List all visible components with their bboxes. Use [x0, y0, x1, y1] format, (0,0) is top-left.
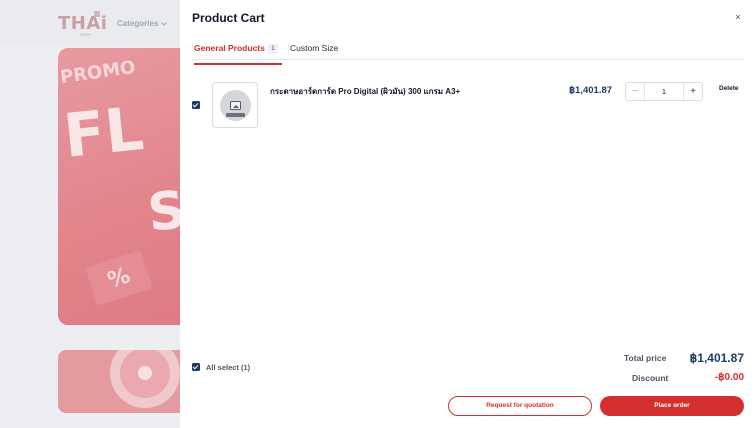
product-price: ฿1,401.87 — [569, 85, 613, 96]
categories-menu[interactable]: Categories — [117, 19, 168, 28]
tape-roll-image — [110, 350, 180, 408]
discount-label: Discount — [632, 373, 669, 383]
check-icon — [192, 101, 199, 107]
drawer-title: Product Cart — [192, 11, 265, 25]
banner-flash-text: FL — [60, 94, 147, 172]
total-price-label: Total price — [624, 353, 667, 363]
select-all-label[interactable]: All select (1) — [206, 363, 250, 372]
product-name[interactable]: กระดาษอาร์ตการ์ด Pro Digital (ผิวมัน) 30… — [270, 85, 550, 98]
tab-label: General Products — [194, 43, 265, 53]
image-icon — [230, 101, 241, 110]
request-quotation-button[interactable]: Request for quotation — [448, 396, 592, 416]
chevron-down-icon — [161, 19, 168, 26]
check-icon — [192, 363, 199, 369]
product-card-tape[interactable] — [58, 350, 188, 413]
place-order-button[interactable]: Place order — [600, 396, 744, 416]
discount-value: -฿0.00 — [714, 372, 744, 383]
quantity-stepper: − 1 + — [625, 82, 703, 101]
select-all-checkbox[interactable] — [192, 363, 200, 371]
paper-stack-icon — [226, 113, 245, 117]
site-logo: THAi — [58, 13, 108, 34]
decrease-quantity-button[interactable]: − — [626, 83, 644, 100]
close-icon[interactable]: × — [731, 10, 745, 24]
tab-count-badge: 1 — [267, 44, 278, 54]
tab-custom-size[interactable]: Custom Size — [290, 43, 338, 53]
increase-quantity-button[interactable]: + — [684, 83, 702, 100]
active-tab-indicator — [194, 63, 282, 65]
delete-item-button[interactable]: Delete — [719, 85, 739, 92]
logo-badge-icon — [94, 11, 100, 17]
item-checkbox[interactable] — [192, 101, 200, 109]
site-logo-sub: SHOP — [80, 32, 92, 37]
tab-general-products[interactable]: General Products 1 — [194, 43, 282, 65]
categories-label: Categories — [117, 19, 159, 28]
product-thumbnail[interactable] — [212, 82, 258, 128]
product-cart-drawer: Product Cart × General Products 1 Custom … — [180, 0, 756, 428]
total-price-value: ฿1,401.87 — [689, 351, 744, 365]
quantity-input[interactable]: 1 — [644, 83, 684, 100]
cart-tabs: General Products 1 Custom Size — [192, 38, 744, 65]
